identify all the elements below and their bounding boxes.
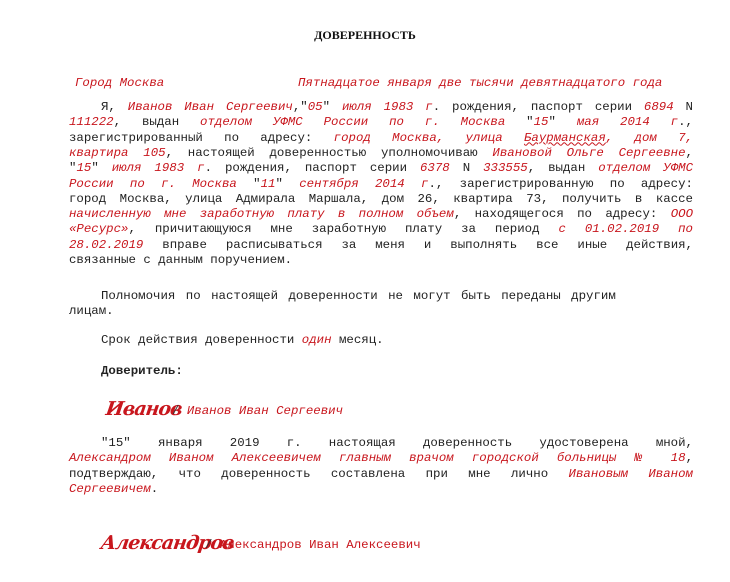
plain-text: Я, [101, 100, 128, 114]
plain-text: . рождения, паспорт серии [432, 100, 644, 114]
notary-name-line: / Александров Иван Алексеевич [205, 538, 421, 553]
plain-text: N [449, 161, 484, 176]
filled-field: июля 1983 г [341, 100, 433, 114]
date-in-words: Пятнадцатое января две тысячи девятнадца… [298, 76, 663, 90]
plain-text: " [505, 115, 534, 130]
plain-text: , [685, 451, 693, 466]
paragraph-delegation-line1: Полномочия по настоящей доверенности не … [101, 289, 616, 303]
plain-text: "15" января 2019 г. настоящая довереннос… [101, 436, 693, 450]
filled-field: Баурманская [523, 130, 606, 145]
plain-text: " [322, 100, 342, 114]
plain-text: " [548, 115, 577, 130]
principal-name-line: / Иванов Иван Сергеевич [172, 404, 343, 419]
plain-text: " [91, 161, 112, 176]
plain-text: вправе расписываться за меня и выполнять… [143, 237, 693, 252]
separator: / [205, 538, 213, 552]
filled-field: ООО [670, 207, 694, 222]
filled-field: 6894 [643, 100, 674, 114]
plain-text: зарегистрированный по адресу: [69, 130, 334, 145]
text-line: 111222, выдан отделом УФМС России по г. … [69, 115, 693, 130]
text-line: начисленную мне заработную плату в полно… [69, 207, 693, 222]
text-line: Александром Иваном Алексеевичем главным … [69, 451, 693, 466]
text-line: "15" января 2019 г. настоящая довереннос… [101, 436, 693, 451]
plain-text: , настоящей доверенностью уполномочиваю [165, 145, 493, 160]
filled-field: с 01.02.2019 по [558, 222, 693, 237]
plain-text: связанные с данным поручением. [69, 253, 293, 267]
filled-field: 28.02.2019 [69, 237, 144, 252]
text-line: город Москва, улица Адмирала Маршала, до… [69, 192, 693, 207]
validity-suffix: месяц. [331, 333, 384, 347]
text-line: России по г. Москва "11" сентября 2014 г… [69, 177, 693, 192]
filled-field: Ивановым Иваном [568, 466, 693, 481]
filled-field: 6378 [419, 161, 450, 176]
filled-field: 15 [533, 115, 549, 130]
filled-field: июля 1983 г [111, 161, 205, 176]
text-line: зарегистрированный по адресу: город Моск… [69, 131, 693, 146]
filled-field: 111222 [69, 115, 114, 130]
filled-field: отделом УФМС [598, 161, 693, 176]
filled-field: город Москва, улица [333, 130, 524, 145]
city: Город Москва [75, 76, 165, 90]
filled-field: отделом УФМС России по г. Москва [200, 115, 506, 130]
filled-field: 333555 [483, 161, 528, 176]
filled-field: Иванов Иван Сергеевич [127, 100, 293, 114]
filled-field: мая 2014 г [576, 115, 679, 130]
plain-text: подтверждаю, что доверенность составлена… [69, 466, 569, 481]
text-line: "15" июля 1983 г. рождения, паспорт сери… [69, 161, 693, 176]
text-line: 28.02.2019 вправе расписываться за меня … [69, 238, 693, 253]
filled-field: 11 [260, 176, 276, 191]
plain-text: ., зарегистрированную по адресу: [428, 176, 693, 191]
text-line: Я, Иванов Иван Сергеевич,"05" июля 1983 … [101, 100, 693, 115]
plain-text: " [275, 176, 300, 191]
separator: / [172, 404, 180, 418]
plain-text: " [236, 176, 261, 191]
validity-line: Срок действия доверенности один месяц. [101, 333, 384, 348]
notary-name: Александров Иван Алексеевич [219, 538, 421, 552]
plain-text: ., [678, 115, 693, 130]
principal-name: Иванов Иван Сергеевич [186, 404, 344, 418]
paragraph-delegation-line2: лицам. [69, 304, 114, 318]
document-title: ДОВЕРЕННОСТЬ [314, 28, 416, 42]
filled-field: сентября 2014 г [299, 176, 429, 191]
text-line: квартира 105, настоящей доверенностью уп… [69, 146, 693, 161]
filled-field: , дом 7, [605, 130, 693, 145]
plain-text: , выдан [113, 115, 201, 130]
validity-prefix: Срок действия доверенности [101, 333, 302, 347]
plain-text: , [685, 145, 693, 160]
plain-text: , выдан [527, 161, 599, 176]
text-line: «Ресурс», причитающуюся мне заработную п… [69, 222, 693, 237]
filled-field: России по г. Москва [69, 176, 237, 191]
filled-field: 05 [307, 100, 323, 114]
plain-text: город Москва, улица Адмирала Маршала, до… [69, 191, 693, 206]
plain-text: ," [292, 100, 308, 114]
plain-text: . рождения, паспорт серии [204, 161, 420, 176]
validity-value: один [301, 333, 332, 347]
filled-field: начисленную мне заработную плату в полно… [69, 207, 454, 222]
filled-field: «Ресурс» [69, 222, 129, 237]
plain-text: , находящегося по адресу: [453, 207, 671, 222]
filled-field: Сергеевичем [69, 481, 151, 496]
text-line: подтверждаю, что доверенность составлена… [69, 467, 693, 482]
filled-field: 15 [76, 161, 92, 176]
filled-field: квартира 105 [69, 145, 166, 160]
principal-label: Доверитель: [101, 364, 183, 378]
filled-field: Александром Иваном Алексеевичем главным … [69, 451, 686, 466]
plain-text: N [673, 100, 693, 114]
plain-text: , причитающуюся мне заработную плату за … [128, 222, 559, 237]
text-line: связанные с данным поручением. [69, 253, 693, 268]
filled-field: Ивановой Ольге Сергеевне [492, 145, 686, 160]
text-line: Сергеевичем. [69, 482, 693, 497]
plain-text: . [150, 481, 159, 496]
